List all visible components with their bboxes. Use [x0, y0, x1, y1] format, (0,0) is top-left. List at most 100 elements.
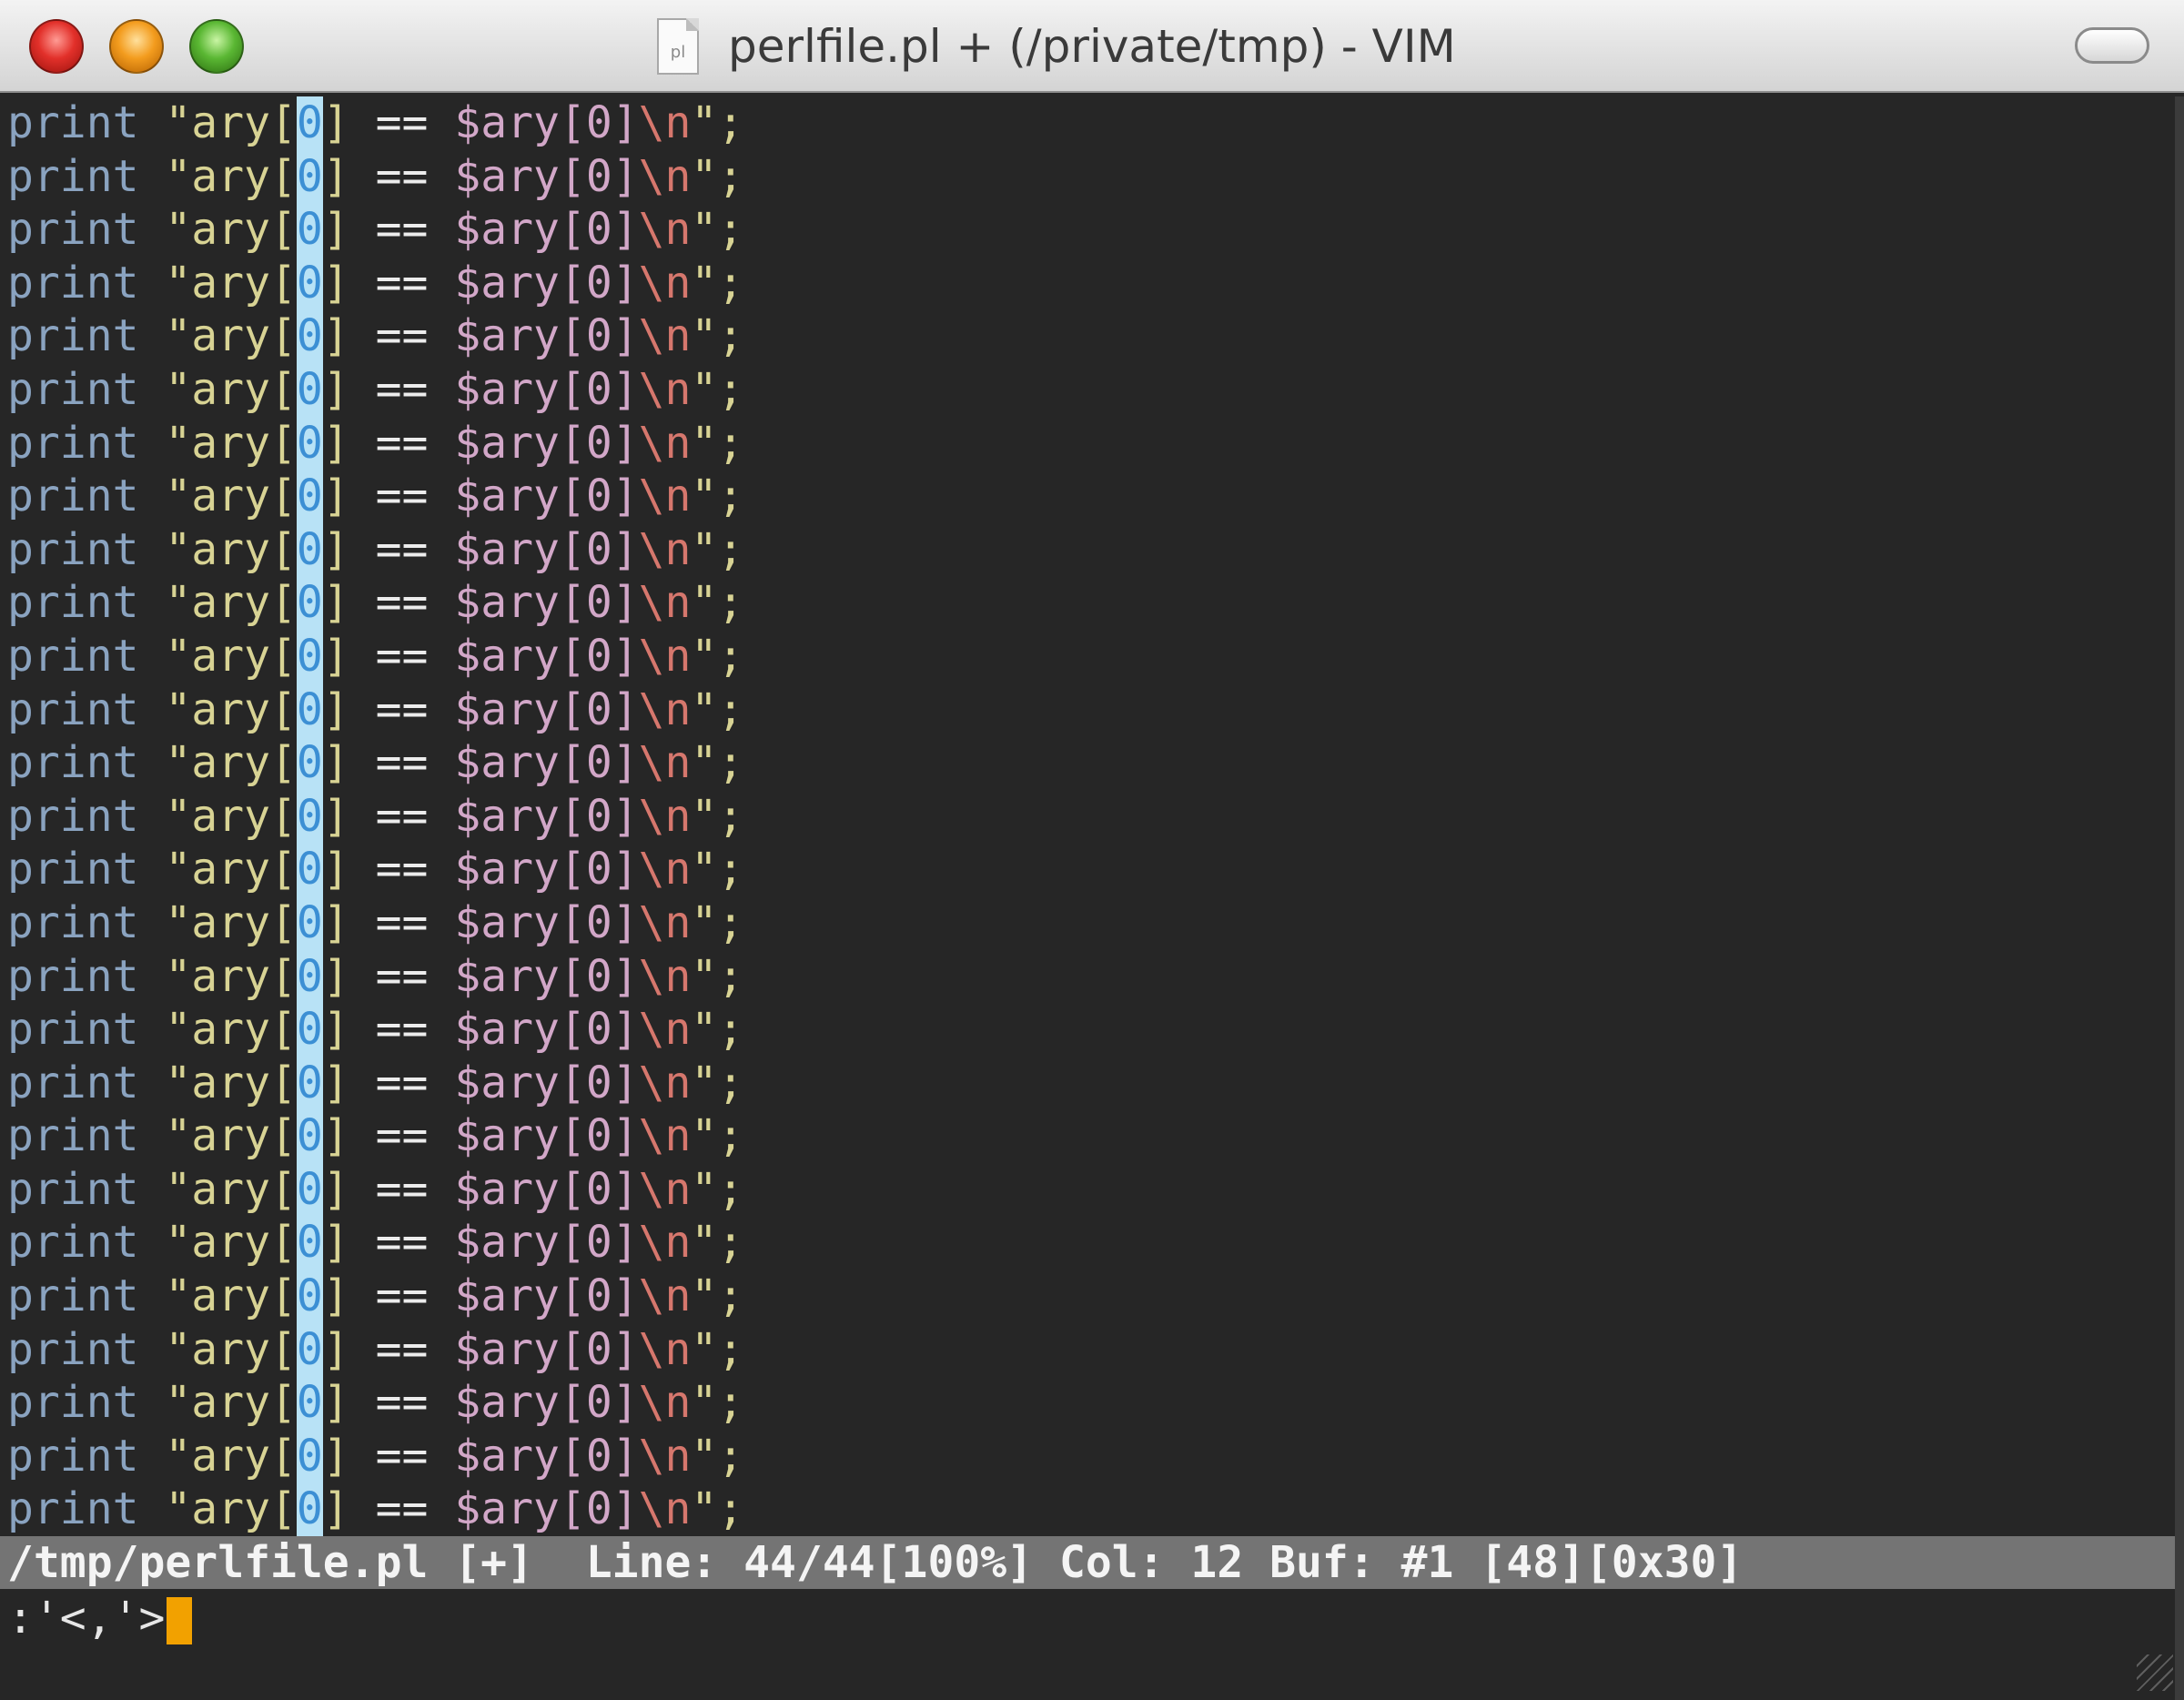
visual-block-selection: 0 — [296, 1376, 323, 1430]
string-bracket: ] — [322, 363, 349, 415]
line-terminator: "; — [691, 310, 744, 362]
escape-sequence: \n — [638, 97, 692, 148]
variable: $ary[0] — [454, 844, 639, 896]
string-open: "ary[ — [165, 97, 297, 148]
operator: == — [375, 1110, 429, 1162]
string-open: "ary[ — [165, 1004, 297, 1056]
code-line[interactable]: print "ary[0] == $ary[0]\n"; — [0, 1162, 2175, 1217]
string-open: "ary[ — [165, 310, 297, 362]
code-line[interactable]: print "ary[0] == $ary[0]\n"; — [0, 1376, 2175, 1430]
code-line[interactable]: print "ary[0] == $ary[0]\n"; — [0, 949, 2175, 1004]
operator: == — [375, 790, 429, 842]
escape-sequence: \n — [638, 737, 692, 789]
escape-sequence: \n — [638, 1270, 692, 1322]
escape-sequence: \n — [638, 1004, 692, 1056]
visual-block-selection: 0 — [296, 576, 323, 630]
operator: == — [375, 150, 429, 202]
escape-sequence: \n — [638, 950, 692, 1002]
code-line[interactable]: print "ary[0] == $ary[0]\n"; — [0, 1056, 2175, 1110]
string-bracket: ] — [322, 630, 349, 682]
code-line[interactable]: print "ary[0] == $ary[0]\n"; — [0, 736, 2175, 790]
code-line[interactable]: print "ary[0] == $ary[0]\n"; — [0, 309, 2175, 363]
line-terminator: "; — [691, 204, 744, 256]
escape-sequence: \n — [638, 204, 692, 256]
code-line[interactable]: print "ary[0] == $ary[0]\n"; — [0, 522, 2175, 577]
code-line[interactable]: print "ary[0] == $ary[0]\n"; — [0, 843, 2175, 896]
keyword-print: print — [7, 471, 139, 522]
string-open: "ary[ — [165, 1110, 297, 1162]
keyword-print: print — [7, 310, 139, 362]
string-bracket: ] — [322, 523, 349, 575]
line-terminator: "; — [691, 97, 744, 148]
string-bracket: ] — [322, 950, 349, 1002]
line-terminator: "; — [691, 844, 744, 896]
toolbar-toggle-button[interactable] — [2075, 27, 2149, 64]
code-line[interactable]: print "ary[0] == $ary[0]\n"; — [0, 416, 2175, 471]
string-bracket: ] — [322, 1004, 349, 1056]
code-line[interactable]: print "ary[0] == $ary[0]\n"; — [0, 1003, 2175, 1057]
line-terminator: "; — [691, 1323, 744, 1375]
resize-grip-icon[interactable] — [2137, 1654, 2173, 1691]
escape-sequence: \n — [638, 1057, 692, 1108]
code-line[interactable]: print "ary[0] == $ary[0]\n"; — [0, 789, 2175, 844]
code-line[interactable]: print "ary[0] == $ary[0]\n"; — [0, 683, 2175, 737]
visual-block-selection: 0 — [296, 789, 323, 844]
status-line: /tmp/perlfile.pl [+] Line: 44/44[100%] C… — [0, 1536, 2175, 1589]
string-bracket: ] — [322, 1057, 349, 1108]
code-line[interactable]: print "ary[0] == $ary[0]\n"; — [0, 203, 2175, 257]
code-line[interactable]: print "ary[0] == $ary[0]\n"; — [0, 470, 2175, 523]
close-button[interactable] — [29, 19, 84, 74]
escape-sequence: \n — [638, 1323, 692, 1375]
escape-sequence: \n — [638, 896, 692, 948]
text-cursor — [167, 1597, 193, 1644]
visual-block-selection: 0 — [296, 1162, 323, 1217]
string-bracket: ] — [322, 1377, 349, 1429]
visual-block-selection: 0 — [296, 149, 323, 204]
string-open: "ary[ — [165, 1430, 297, 1482]
code-line[interactable]: print "ary[0] == $ary[0]\n"; — [0, 1482, 2175, 1536]
command-line[interactable]: :'<,'> — [0, 1591, 2175, 1645]
operator: == — [375, 1270, 429, 1322]
variable: $ary[0] — [454, 150, 639, 202]
string-open: "ary[ — [165, 1483, 297, 1535]
text-buffer[interactable]: print "ary[0] == $ary[0]\n"; print "ary[0… — [0, 96, 2175, 1536]
minimize-button[interactable] — [109, 19, 164, 74]
escape-sequence: \n — [638, 577, 692, 629]
line-terminator: "; — [691, 790, 744, 842]
code-line[interactable]: print "ary[0] == $ary[0]\n"; — [0, 1322, 2175, 1377]
keyword-print: print — [7, 844, 139, 896]
title-bar[interactable]: pl perlfile.pl + (/private/tmp) - VIM — [0, 0, 2184, 93]
string-open: "ary[ — [165, 950, 297, 1002]
document-icon: pl — [657, 18, 699, 75]
code-line[interactable]: print "ary[0] == $ary[0]\n"; — [0, 629, 2175, 683]
keyword-print: print — [7, 1270, 139, 1322]
code-line[interactable]: print "ary[0] == $ary[0]\n"; — [0, 1270, 2175, 1323]
code-line[interactable]: print "ary[0] == $ary[0]\n"; — [0, 1216, 2175, 1270]
operator: == — [375, 896, 429, 948]
code-line[interactable]: print "ary[0] == $ary[0]\n"; — [0, 896, 2175, 950]
line-terminator: "; — [691, 150, 744, 202]
line-terminator: "; — [691, 1110, 744, 1162]
code-line[interactable]: print "ary[0] == $ary[0]\n"; — [0, 149, 2175, 204]
code-line[interactable]: print "ary[0] == $ary[0]\n"; — [0, 96, 2175, 150]
operator: == — [375, 737, 429, 789]
visual-block-selection: 0 — [296, 1003, 323, 1057]
visual-block-selection: 0 — [296, 309, 323, 363]
operator: == — [375, 1217, 429, 1269]
line-terminator: "; — [691, 577, 744, 629]
string-bracket: ] — [322, 310, 349, 362]
code-line[interactable]: print "ary[0] == $ary[0]\n"; — [0, 576, 2175, 630]
line-terminator: "; — [691, 1377, 744, 1429]
line-terminator: "; — [691, 257, 744, 309]
code-line[interactable]: print "ary[0] == $ary[0]\n"; — [0, 256, 2175, 310]
variable: $ary[0] — [454, 790, 639, 842]
string-open: "ary[ — [165, 683, 297, 735]
line-terminator: "; — [691, 1217, 744, 1269]
code-line[interactable]: print "ary[0] == $ary[0]\n"; — [0, 362, 2175, 417]
string-bracket: ] — [322, 1270, 349, 1322]
code-line[interactable]: print "ary[0] == $ary[0]\n"; — [0, 1109, 2175, 1163]
zoom-button[interactable] — [189, 19, 244, 74]
line-terminator: "; — [691, 363, 744, 415]
line-terminator: "; — [691, 1004, 744, 1056]
code-line[interactable]: print "ary[0] == $ary[0]\n"; — [0, 1429, 2175, 1483]
